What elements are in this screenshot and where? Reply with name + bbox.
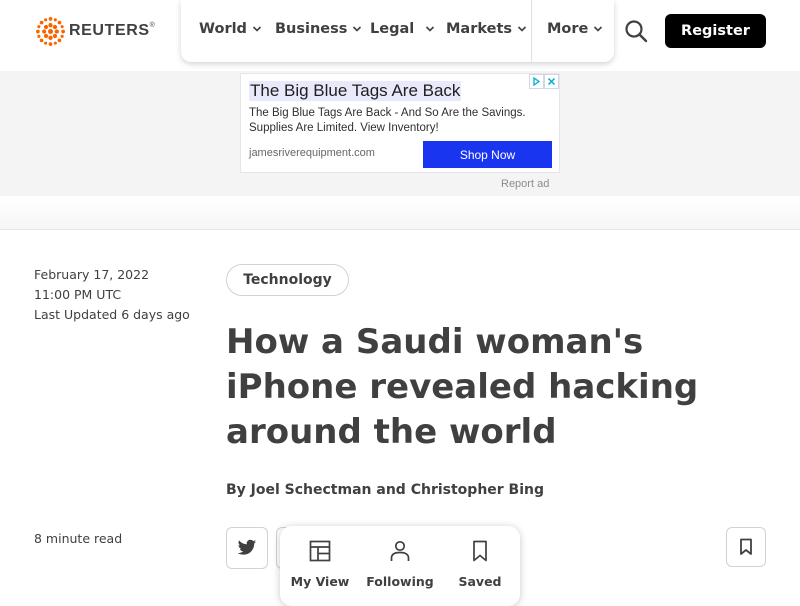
report-ad-link[interactable]: Report ad: [501, 178, 549, 190]
nav-item-label: World: [199, 21, 247, 37]
ad-shop-now-button[interactable]: Shop Now: [423, 141, 552, 168]
bottom-dock: My View Following Saved: [280, 526, 520, 606]
bookmark-icon: [473, 540, 487, 562]
dock-item-label: Saved: [458, 574, 502, 589]
last-updated: Last Updated 6 days ago: [34, 307, 190, 322]
ad-domain[interactable]: jamesriverequipment.com: [249, 147, 375, 159]
bookmark-icon: [740, 538, 752, 555]
primary-nav: World Business Legal Markets More: [181, 0, 614, 62]
article-headline: How a Saudi woman's iPhone revealed hack…: [226, 322, 699, 452]
share-twitter-button[interactable]: [226, 527, 268, 569]
nav-item-markets[interactable]: Markets: [446, 21, 527, 37]
reuters-logo-icon: [36, 16, 65, 46]
person-icon: [390, 540, 410, 561]
dock-item-label: Following: [366, 574, 434, 589]
chevron-down-icon: [252, 26, 262, 32]
nav-item-label: Legal: [370, 21, 415, 37]
dock-item-my-view[interactable]: My View: [280, 540, 360, 589]
close-icon[interactable]: [544, 74, 559, 89]
nav-item-label: Business: [275, 21, 348, 37]
author-link[interactable]: Joel Schectman: [251, 482, 372, 498]
nav-item-world[interactable]: World: [199, 21, 262, 37]
reuters-logo[interactable]: REUTERS®: [34, 14, 155, 48]
ad-choices-icon[interactable]: [529, 74, 544, 89]
ad-description: The Big Blue Tags Are Back - And So Are …: [249, 107, 526, 134]
byline: By Joel Schectman and Christopher Bing: [226, 482, 544, 498]
chevron-down-icon: [426, 26, 435, 32]
ad-unit[interactable]: The Big Blue Tags Are Back The Big Blue …: [240, 73, 560, 173]
nav-item-business[interactable]: Business: [275, 21, 362, 37]
byline-prefix: By: [226, 482, 246, 498]
nav-item-label: Markets: [446, 21, 513, 37]
chevron-down-icon: [517, 26, 527, 32]
twitter-icon: [237, 539, 257, 555]
dock-item-label: My View: [290, 574, 350, 589]
author-link[interactable]: Christopher Bing: [411, 482, 544, 498]
dock-item-following[interactable]: Following: [360, 540, 440, 589]
chevron-down-icon: [353, 26, 362, 32]
ad-title[interactable]: The Big Blue Tags Are Back: [249, 81, 462, 101]
search-icon[interactable]: [624, 19, 648, 43]
site-header: REUTERS® World Business Legal Markets Mo…: [0, 0, 800, 71]
article-meta: February 17, 2022 11:00 PM UTC Last Upda…: [34, 265, 190, 325]
nav-divider: [531, 0, 532, 62]
section-divider: [0, 196, 800, 230]
byline-and: and: [376, 482, 406, 498]
nav-item-legal[interactable]: Legal: [370, 21, 435, 37]
nav-item-more[interactable]: More: [547, 21, 603, 37]
ad-banner-area: The Big Blue Tags Are Back The Big Blue …: [0, 71, 800, 196]
save-bookmark-button[interactable]: [726, 527, 766, 567]
chevron-down-icon: [594, 26, 603, 32]
dock-item-saved[interactable]: Saved: [440, 540, 520, 589]
register-button[interactable]: Register: [665, 14, 766, 48]
category-tag[interactable]: Technology: [226, 264, 349, 296]
logo-wordmark: REUTERS®: [69, 22, 156, 39]
publish-time: 11:00 PM UTC: [34, 287, 122, 302]
ad-choices: [529, 74, 559, 89]
read-time: 8 minute read: [34, 531, 123, 546]
publish-date: February 17, 2022: [34, 267, 150, 282]
layout-icon: [309, 540, 331, 562]
nav-item-label: More: [547, 21, 589, 37]
